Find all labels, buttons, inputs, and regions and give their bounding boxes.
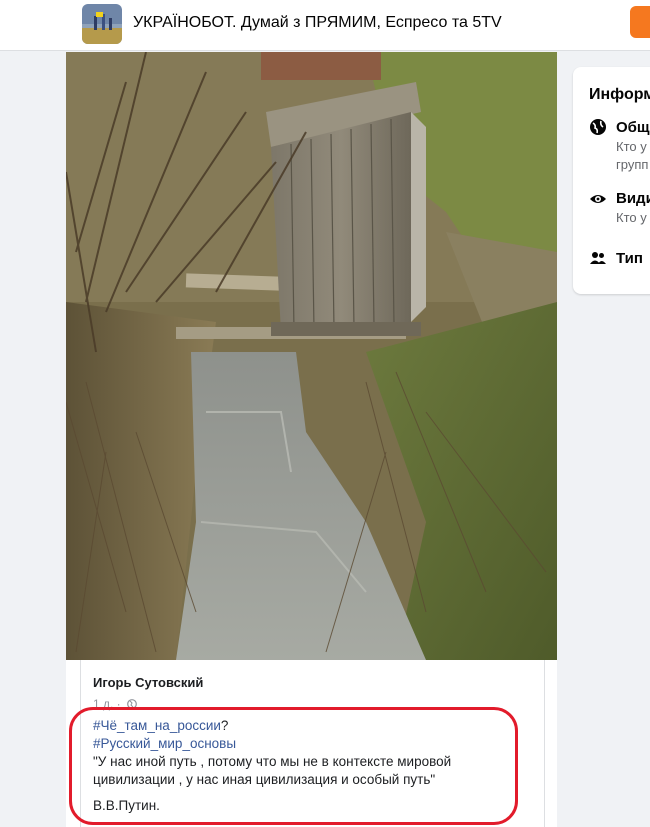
people-icon: [590, 252, 606, 264]
post-photo[interactable]: [66, 52, 557, 660]
join-group-button[interactable]: [630, 6, 650, 38]
creek-outhouse-photo: [66, 52, 557, 660]
group-title[interactable]: УКРАЇНОБОТ. Думай з ПРЯМИМ, Еспресо та 5…: [133, 14, 502, 32]
group-avatar[interactable]: [82, 4, 122, 44]
eye-icon: [590, 195, 606, 203]
info-privacy-sub: Кто у: [616, 139, 647, 154]
info-card-title: Информ: [589, 86, 650, 103]
info-type-title: Тип: [616, 250, 643, 267]
info-privacy-sub: групп: [616, 157, 649, 172]
red-highlight-annotation: [69, 707, 518, 825]
info-privacy-title: Общ: [616, 119, 650, 136]
info-visibility-sub: Кто у: [616, 210, 647, 225]
info-visibility-title: Види: [616, 190, 650, 207]
group-header-bar: УКРАЇНОБОТ. Думай з ПРЯМИМ, Еспресо та 5…: [0, 0, 650, 51]
post-author-name[interactable]: Игорь Сутовский: [93, 675, 203, 690]
group-avatar-image: [82, 4, 122, 44]
globe-icon: [590, 119, 606, 135]
